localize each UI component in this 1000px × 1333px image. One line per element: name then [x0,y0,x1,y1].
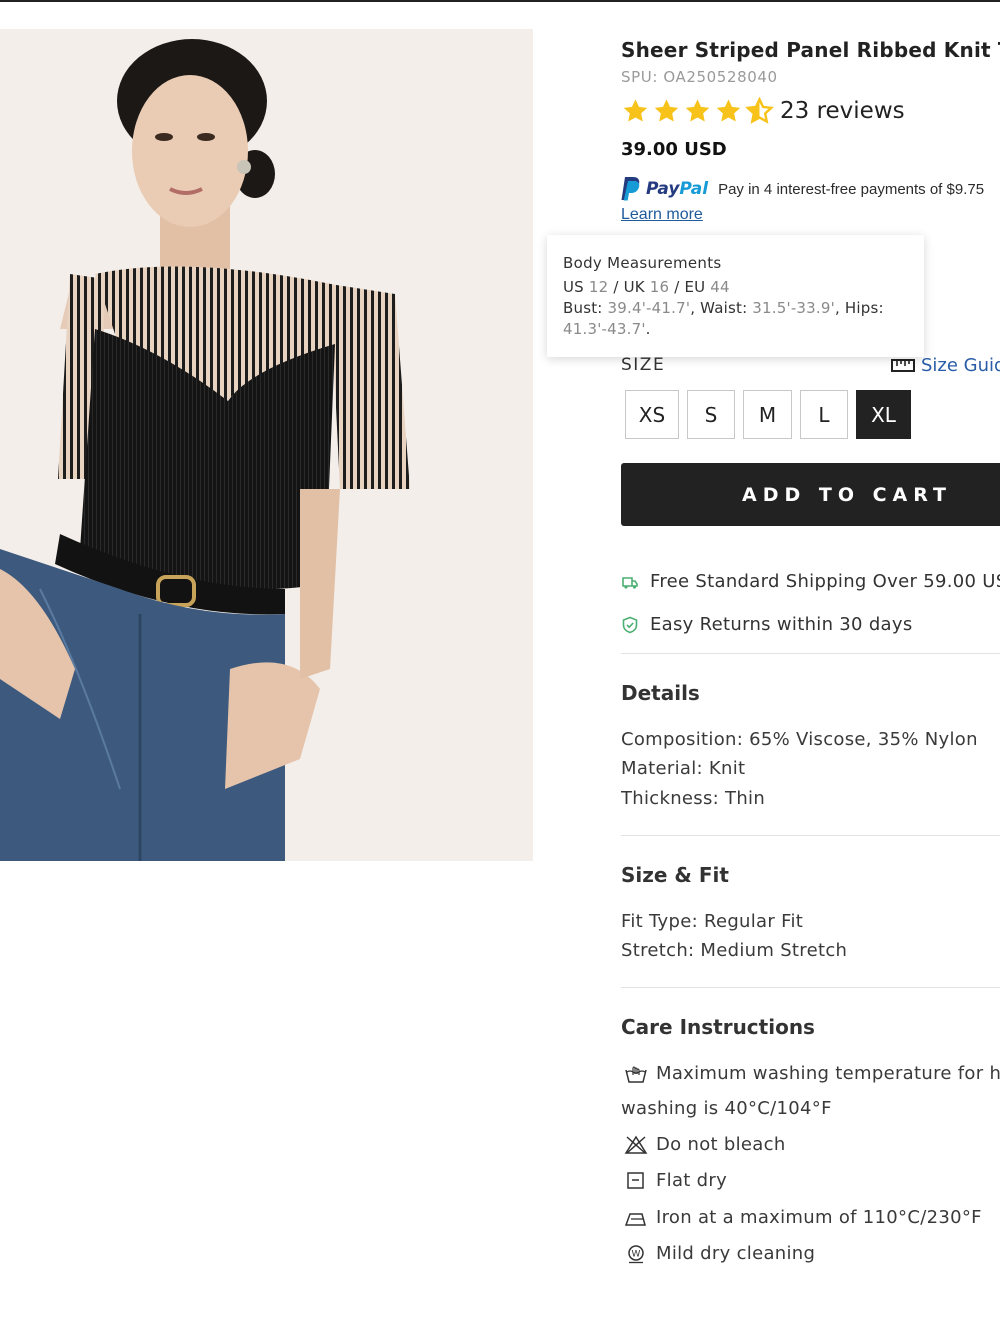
product-title: Sheer Striped Panel Ribbed Knit Top [621,38,1000,62]
product-info-panel: Sheer Striped Panel Ribbed Knit Top SPU:… [621,0,1000,1333]
size-option-xl[interactable]: XL [856,390,911,439]
divider [621,835,1000,836]
size-option-xs[interactable]: XS [625,390,679,439]
tooltip-uk-label: UK [623,278,645,296]
rating-stars [621,96,774,126]
size-guide-label[interactable]: Size Guide [921,355,1000,376]
product-spu: SPU: OA250528040 [621,68,778,86]
size-options: XS S M L XL [625,390,911,439]
tooltip-bust-value: 39.4'-41.7' [607,299,691,317]
tooltip-us-label: US [563,278,584,296]
add-to-cart-button[interactable]: ADD TO CART [621,463,1000,526]
size-label: SIZE [621,355,666,375]
size-fit-type: Fit Type: Regular Fit [621,911,804,932]
care-hand-wash-text: Maximum washing temperature for hand [656,1063,1000,1084]
care-no-bleach: Do not bleach [621,1134,786,1155]
paypal-logo-pay: Pay [646,179,680,199]
flat-dry-icon [627,1171,644,1189]
size-fit-title[interactable]: Size & Fit [621,863,729,887]
body-measurements-tooltip: Body Measurements US 12 / UK 16 / EU 44 … [547,235,924,357]
tooltip-size-conversion: US 12 / UK 16 / EU 44 [563,278,730,296]
paypal-icon [621,177,640,201]
star-icon [716,98,741,122]
care-flat-dry: Flat dry [621,1170,727,1191]
rating-row: 23 reviews [621,96,905,126]
returns-perk-text: Easy Returns within 30 days [650,614,913,635]
paypal-logo-pal: Pal [679,179,709,199]
no-bleach-icon [624,1135,648,1154]
ruler-icon [891,359,915,372]
paypal-message: Pay in 4 interest-free payments of $9.75 [718,180,985,198]
shipping-perk-text: Free Standard Shipping Over 59.00 USD [650,571,1000,592]
returns-perk: Easy Returns within 30 days [621,614,913,635]
tooltip-waist-value: 31.5'-33.9' [752,299,835,317]
tooltip-bust-label: Bust: [563,299,603,317]
tooltip-us-value: 12 [588,278,609,296]
tooltip-eu-label: EU [684,278,706,296]
tooltip-hips-label: Hips: [844,299,884,317]
shipping-perk: Free Standard Shipping Over 59.00 USD [621,571,1000,592]
dry-clean-icon: W [628,1244,644,1263]
care-hand-wash-text-2: washing is 40°C/104°F [621,1098,832,1119]
tooltip-hips-value: 41.3'-43.7' [563,320,646,338]
truck-icon [622,576,638,589]
svg-text:W: W [632,1249,641,1259]
model-illustration [0,29,533,861]
tooltip-uk-value: 16 [649,278,670,296]
care-hand-wash: Maximum washing temperature for hand [621,1063,1000,1084]
product-image[interactable] [0,29,533,861]
paypal-banner: PayPal Pay in 4 interest-free payments o… [621,176,984,202]
size-option-s[interactable]: S [687,390,735,439]
hand-wash-icon [625,1065,647,1083]
size-option-l[interactable]: L [800,390,848,439]
details-composition: Composition: 65% Viscose, 35% Nylon [621,729,978,750]
paypal-logo-text: PayPal [646,179,708,199]
size-guide-link[interactable]: Size Guide [891,355,1000,376]
star-half-icon [745,96,774,124]
care-flat-dry-text: Flat dry [656,1170,728,1191]
size-option-m[interactable]: M [743,390,792,439]
divider [621,653,1000,654]
paypal-learn-more-link[interactable]: Learn more [621,206,703,224]
size-fit-stretch: Stretch: Medium Stretch [621,940,848,961]
care-iron: Iron at a maximum of 110°C/230°F [621,1207,982,1228]
care-no-bleach-text: Do not bleach [656,1134,786,1155]
tooltip-eu-value: 44 [710,278,730,296]
details-thickness: Thickness: Thin [621,788,766,809]
star-icon [654,98,679,122]
details-material: Material: Knit [621,758,746,779]
iron-icon [624,1212,646,1226]
divider [621,987,1000,988]
tooltip-measurements: Bust: 39.4'-41.7', Waist: 31.5'-33.9', H… [563,299,884,338]
tooltip-title: Body Measurements [563,254,722,272]
reviews-link[interactable]: 23 reviews [780,98,905,124]
care-title[interactable]: Care Instructions [621,1015,815,1039]
shield-check-icon [622,616,638,633]
star-icon [623,98,648,122]
details-title[interactable]: Details [621,681,700,705]
product-price: 39.00 USD [621,139,727,160]
star-icon [685,98,710,122]
care-dry-clean: W Mild dry cleaning [621,1243,815,1264]
care-iron-text: Iron at a maximum of 110°C/230°F [656,1207,982,1228]
tooltip-waist-label: Waist: [700,299,748,317]
care-dry-clean-text: Mild dry cleaning [656,1243,816,1264]
